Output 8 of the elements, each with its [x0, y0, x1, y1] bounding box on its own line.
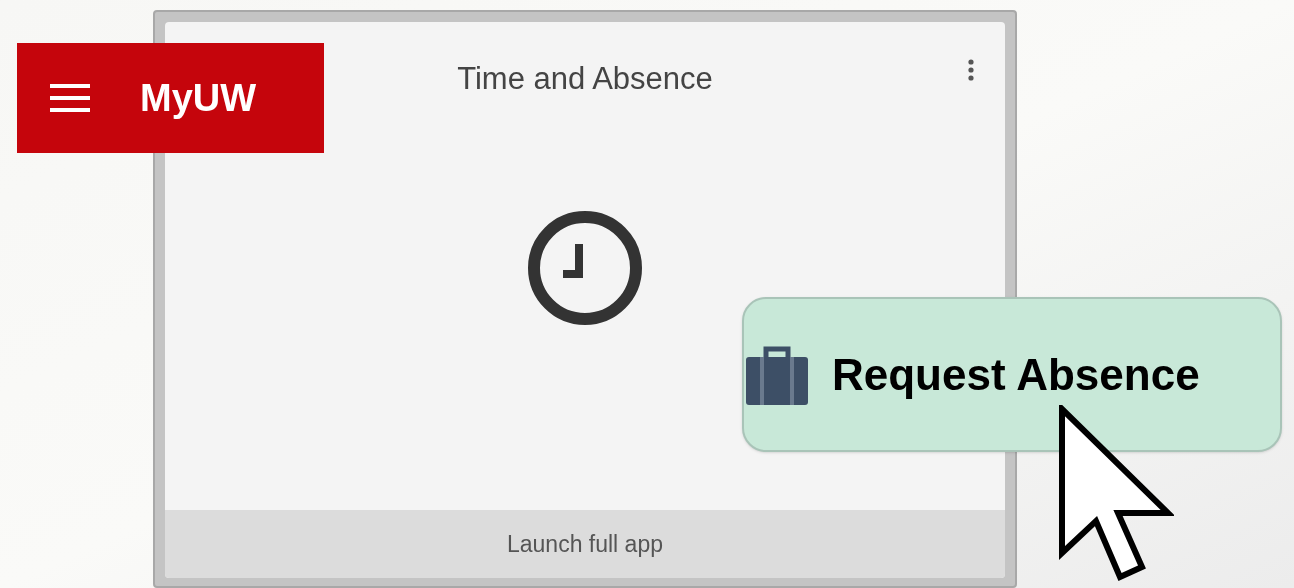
more-options-icon[interactable]	[967, 58, 975, 82]
app-title: MyUW	[140, 75, 257, 121]
menu-icon[interactable]	[50, 84, 90, 112]
launch-app-button[interactable]: Launch full app	[165, 510, 1005, 578]
request-absence-button[interactable]: Request Absence	[742, 297, 1282, 452]
briefcase-icon	[746, 344, 808, 405]
widget-title: Time and Absence	[457, 60, 713, 98]
clock-icon	[527, 210, 643, 326]
